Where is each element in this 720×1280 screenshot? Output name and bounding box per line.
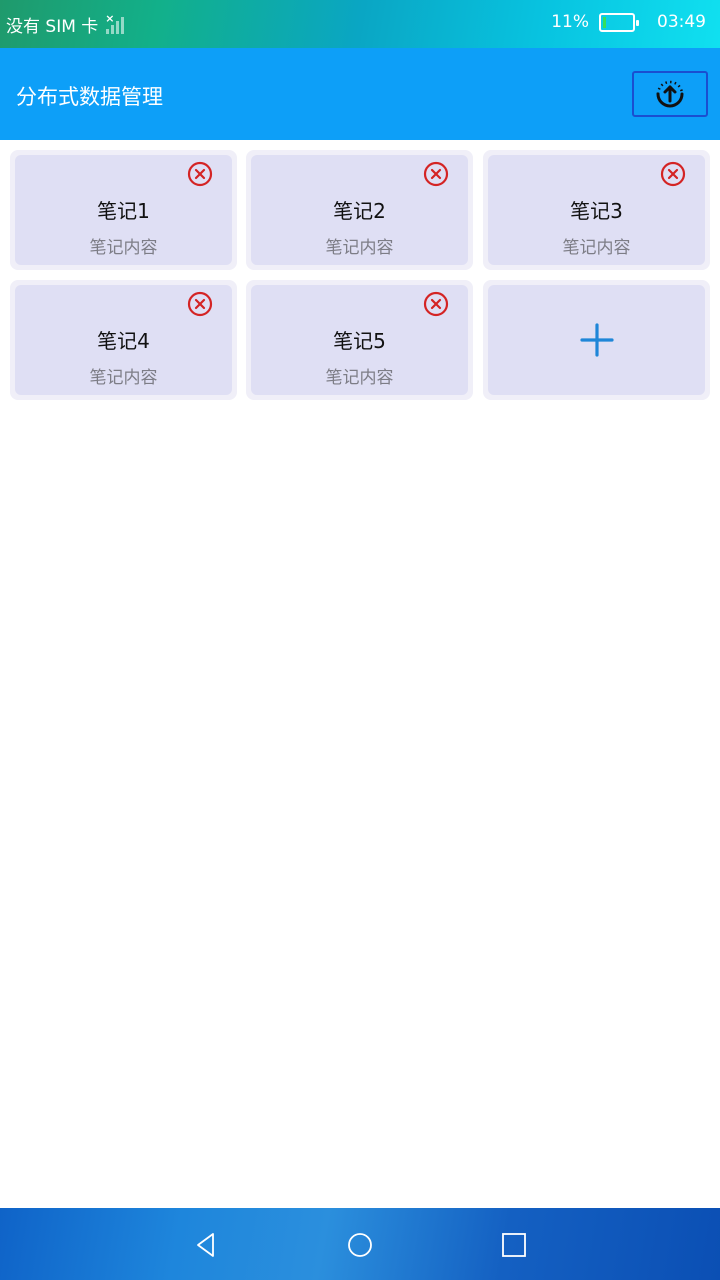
- note-content: 笔记内容: [325, 368, 394, 388]
- back-triangle-icon[interactable]: [191, 1230, 221, 1260]
- status-bar: 没有 SIM 卡 × 11% 03:49: [0, 0, 720, 48]
- note-content: 笔记内容: [89, 368, 158, 388]
- note-card-inner: 笔记2 笔记内容: [251, 155, 468, 265]
- delete-icon[interactable]: [187, 291, 213, 317]
- app-header: 分布式数据管理: [0, 48, 720, 140]
- sync-button[interactable]: [632, 71, 708, 117]
- signal-icon: ×: [105, 12, 125, 34]
- add-note-button[interactable]: [483, 280, 710, 400]
- note-title: 笔记4: [97, 329, 150, 353]
- recent-square-icon[interactable]: [499, 1230, 529, 1260]
- plus-icon: [580, 323, 614, 357]
- battery-icon: [599, 12, 639, 32]
- status-left: 没有 SIM 卡 ×: [6, 12, 125, 37]
- delete-icon[interactable]: [187, 161, 213, 187]
- delete-icon[interactable]: [423, 161, 449, 187]
- note-card-inner: 笔记3 笔记内容: [488, 155, 705, 265]
- note-card-inner: 笔记5 笔记内容: [251, 285, 468, 395]
- note-title: 笔记2: [333, 199, 386, 223]
- note-card-inner: 笔记4 笔记内容: [15, 285, 232, 395]
- battery-percent: 11%: [551, 12, 589, 32]
- note-title: 笔记1: [97, 199, 150, 223]
- page-title: 分布式数据管理: [16, 85, 163, 109]
- delete-icon[interactable]: [660, 161, 686, 187]
- note-title: 笔记3: [570, 199, 623, 223]
- note-card[interactable]: 笔记1 笔记内容: [10, 150, 237, 270]
- note-card[interactable]: 笔记3 笔记内容: [483, 150, 710, 270]
- note-content: 笔记内容: [89, 238, 158, 258]
- note-card[interactable]: 笔记5 笔记内容: [246, 280, 473, 400]
- home-circle-icon[interactable]: [345, 1230, 375, 1260]
- status-right: 11% 03:49: [551, 12, 706, 32]
- note-content: 笔记内容: [562, 238, 631, 258]
- note-content: 笔记内容: [325, 238, 394, 258]
- note-card[interactable]: 笔记4 笔记内容: [10, 280, 237, 400]
- carrier-label: 没有 SIM 卡: [6, 17, 99, 37]
- note-card[interactable]: 笔记2 笔记内容: [246, 150, 473, 270]
- system-nav-bar: [0, 1208, 720, 1280]
- delete-icon[interactable]: [423, 291, 449, 317]
- sync-upload-icon: [656, 80, 684, 108]
- note-card-inner: 笔记1 笔记内容: [15, 155, 232, 265]
- note-title: 笔记5: [333, 329, 386, 353]
- clock: 03:49: [657, 12, 706, 32]
- add-note-card-inner: [488, 285, 705, 395]
